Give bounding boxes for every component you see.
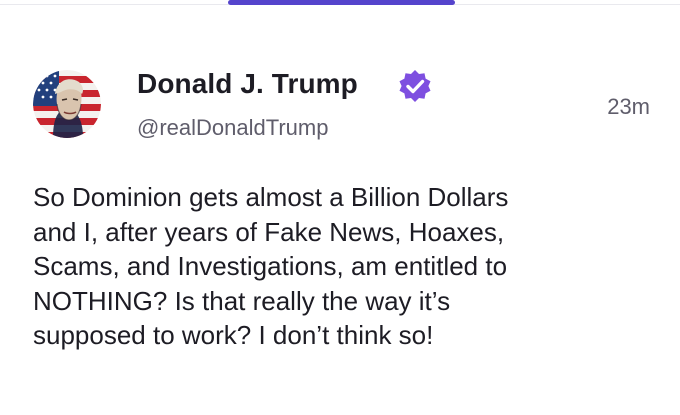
post-body-line: supposed to work? I don’t think so! <box>33 320 434 350</box>
post-body-line: Scams, and Investigations, am entitled t… <box>33 251 508 281</box>
verified-badge-icon <box>397 68 433 104</box>
post-body-line: and I, after years of Fake News, Hoaxes, <box>33 216 505 247</box>
author-handle[interactable]: @realDonaldTrump <box>137 115 328 141</box>
post-body-line: NOTHING? Is that really the way it’s <box>33 285 451 316</box>
post-body: So Dominion gets almost a Billion Dollar… <box>33 180 663 353</box>
author-display-name[interactable]: Donald J. Trump <box>137 68 358 100</box>
active-tab-indicator <box>228 0 455 5</box>
post-timestamp[interactable]: 23m <box>607 94 650 120</box>
author-avatar[interactable] <box>33 70 101 138</box>
post-body-line: So Dominion gets almost a Billion Dollar… <box>33 182 509 212</box>
